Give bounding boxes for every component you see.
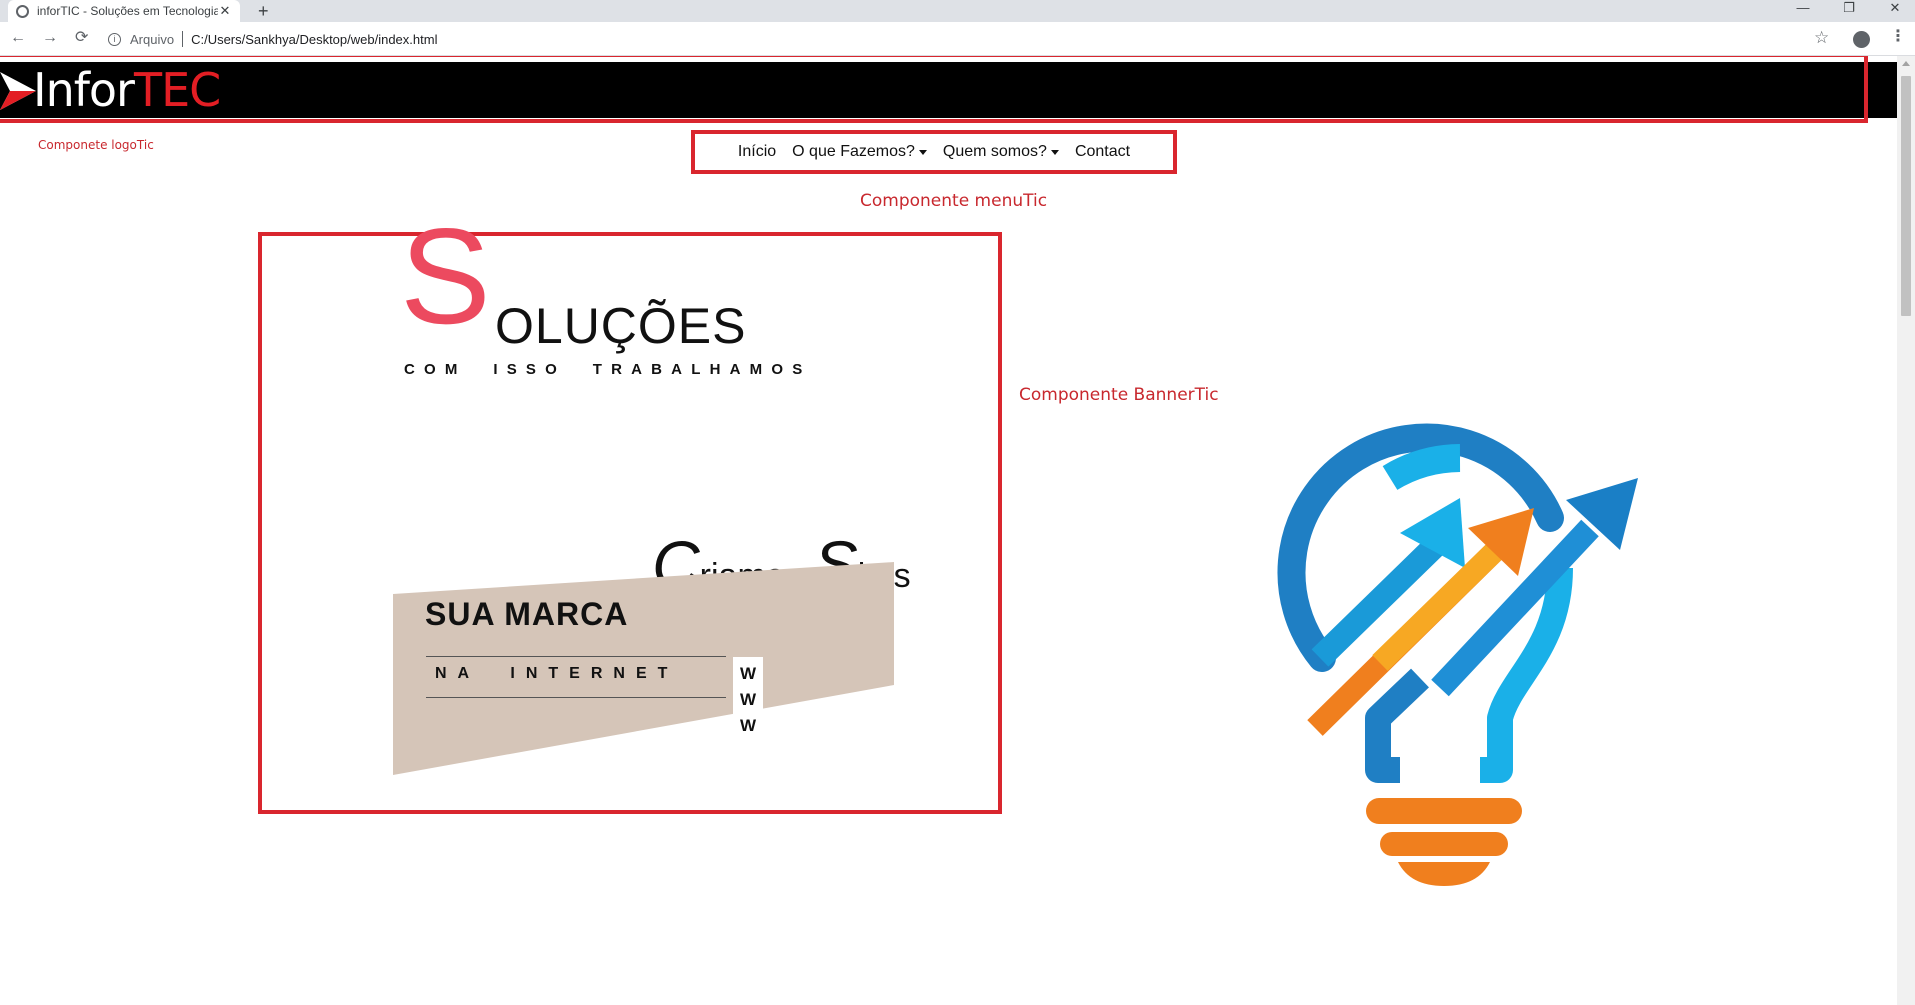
main-menu: Início O que Fazemos? Quem somos? Contac… [693, 132, 1175, 172]
new-tab-button[interactable]: + [258, 1, 269, 21]
close-tab-icon[interactable]: ✕ [218, 3, 232, 19]
address-divider [182, 31, 184, 47]
banner-component-label: Componente BannerTic [1019, 385, 1219, 405]
address-bar[interactable]: i Arquivo C:/Users/Sankhya/Desktop/web/i… [108, 27, 1828, 51]
page-content: InforTEC Componete logoTic Componente me… [0, 56, 1897, 1005]
reload-button[interactable]: ⟳ [75, 29, 88, 47]
brand-rule-bottom [426, 697, 726, 698]
forward-button[interactable]: → [42, 29, 58, 47]
minimize-window-button[interactable]: — [1783, 0, 1823, 22]
browser-toolbar: ← → ⟳ i Arquivo C:/Users/Sankhya/Desktop… [0, 22, 1915, 56]
back-button[interactable]: ← [10, 29, 26, 47]
brand-subtitle: NA INTERNET [435, 665, 679, 682]
banner-tagline: COM ISSO TRABALHAMOS [404, 361, 812, 378]
www-badge: W W W [733, 657, 763, 743]
info-icon[interactable]: i [108, 32, 121, 46]
caret-down-icon [1050, 149, 1059, 155]
menu-item-o-que-fazemos[interactable]: O que Fazemos? [792, 143, 927, 161]
banner-big-s: S [400, 200, 491, 352]
tab-title: inforTIC - Soluções em Tecnologia [37, 4, 218, 18]
menu-item-inicio[interactable]: Início [738, 143, 776, 161]
caret-down-icon [918, 149, 927, 155]
profile-avatar-icon[interactable] [1853, 31, 1870, 48]
menu-item-contact[interactable]: Contact [1075, 143, 1130, 161]
globe-icon [16, 4, 29, 18]
banner-heading: OLUÇÕES [495, 298, 747, 354]
browser-tab[interactable]: inforTIC - Soluções em Tecnologia ✕ [8, 0, 240, 22]
browser-menu-button[interactable]: ⋮ [1890, 28, 1906, 46]
bookmark-star-icon[interactable]: ☆ [1814, 29, 1829, 47]
address-scheme: Arquivo [130, 31, 175, 47]
brand-rule-top [426, 656, 726, 657]
restore-window-button[interactable]: ❐ [1829, 0, 1869, 22]
menu-component-label: Componente menuTic [860, 191, 1048, 211]
scroll-up-arrow-icon[interactable] [1902, 61, 1910, 66]
address-url[interactable]: C:/Users/Sankhya/Desktop/web/index.html [191, 32, 437, 47]
lightbulb-growth-arrows-icon [1277, 423, 1638, 886]
browser-tabstrip: inforTIC - Soluções em Tecnologia ✕ + — … [0, 0, 1915, 22]
page-scrollbar[interactable] [1897, 56, 1915, 1005]
logo-component-label: Componete logoTic [38, 138, 154, 152]
scrollbar-thumb[interactable] [1901, 76, 1911, 316]
close-window-button[interactable]: ✕ [1875, 0, 1915, 22]
menu-item-quem-somos[interactable]: Quem somos? [943, 143, 1059, 161]
brand-title: SUA MARCA [425, 596, 629, 632]
logo-component-outline [0, 56, 1868, 123]
